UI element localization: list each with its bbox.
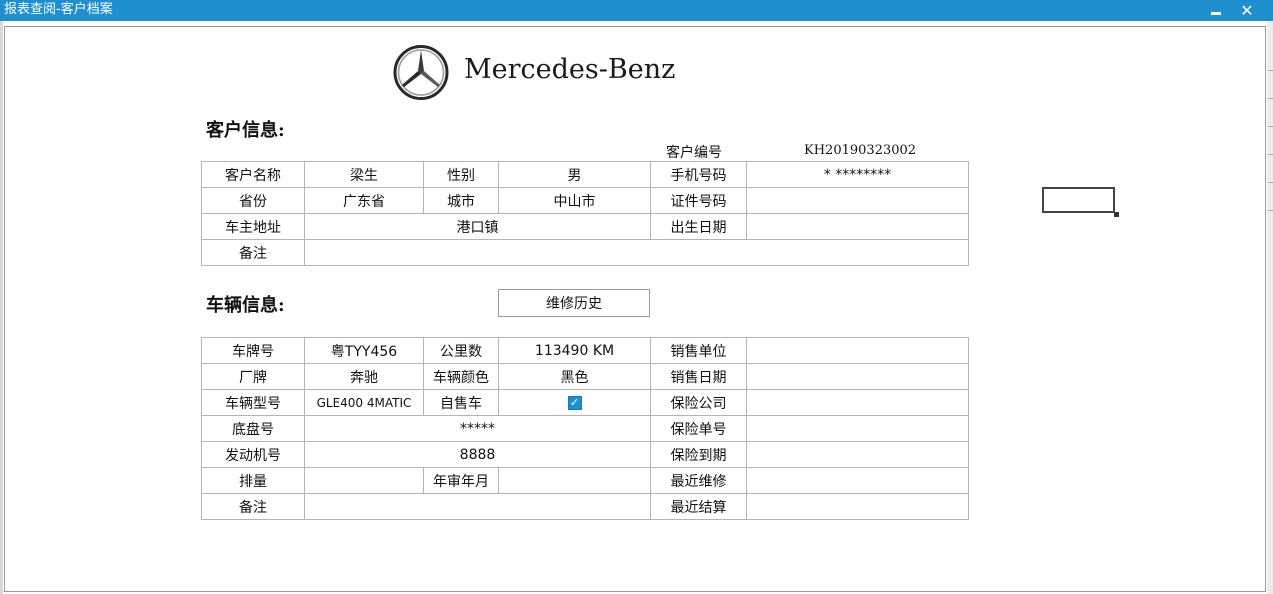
label-cell: 备注 (201, 239, 305, 266)
close-icon: ✕ (1240, 1, 1254, 20)
divider (1268, 154, 1273, 155)
brand-name: Mercedes-Benz (464, 54, 676, 85)
table-row: 厂牌 奔驰 车辆颜色 黑色 销售日期 (201, 363, 969, 390)
vehicle-remark-value (304, 493, 651, 520)
table-row: 备注 (201, 239, 969, 266)
minimize-icon (1211, 12, 1221, 15)
minimize-button[interactable] (1205, 1, 1227, 20)
label-cell: 厂牌 (201, 363, 305, 390)
table-row: 车牌号 粤TYY456 公里数 113490 KM 销售单位 (201, 337, 969, 364)
plate-number-value: 粤TYY456 (304, 337, 424, 364)
label-cell: 车辆型号 (201, 389, 305, 416)
province-value: 广东省 (304, 187, 424, 214)
policy-number-value (746, 415, 969, 442)
displacement-value (304, 467, 424, 494)
insurance-company-value (746, 389, 969, 416)
vehicle-section-title: 车辆信息: (206, 295, 285, 316)
last-settlement-value (746, 493, 969, 520)
vehicle-info-table: 车牌号 粤TYY456 公里数 113490 KM 销售单位 厂牌 奔驰 车辆颜… (201, 337, 969, 520)
customer-name-value: 梁生 (304, 161, 424, 188)
divider (1268, 182, 1273, 183)
right-window-edge (1267, 21, 1273, 594)
label-cell: 备注 (201, 493, 305, 520)
label-cell: 发动机号 (201, 441, 305, 468)
label-cell: 公里数 (423, 337, 499, 364)
id-number-value (746, 187, 969, 214)
label-cell: 车主地址 (201, 213, 305, 240)
table-row: 排量 年审年月 最近维修 (201, 467, 969, 494)
gender-value: 男 (498, 161, 651, 188)
window-title: 报表查阅-客户档案 (4, 2, 113, 17)
mercedes-star-icon (393, 45, 449, 100)
customer-info-table: 客户名称 梁生 性别 男 手机号码 * ******** 省份 广东省 城市 中… (201, 161, 969, 266)
label-cell: 底盘号 (201, 415, 305, 442)
label-cell: 保险到期 (650, 441, 747, 468)
model-value: GLE400 4MATIC (304, 389, 424, 416)
label-cell: 省份 (201, 187, 305, 214)
table-row: 底盘号 ***** 保险单号 (201, 415, 969, 442)
label-cell: 手机号码 (650, 161, 747, 188)
label-cell: 保险单号 (650, 415, 747, 442)
label-cell: 年审年月 (423, 467, 499, 494)
table-row: 备注 最近结算 (201, 493, 969, 520)
selected-cell[interactable] (1042, 187, 1115, 213)
label-cell: 车牌号 (201, 337, 305, 364)
label-cell: 最近维修 (650, 467, 747, 494)
insurance-expiry-value (746, 441, 969, 468)
customer-id-label: 客户编号 (666, 145, 722, 161)
self-sale-checkbox[interactable]: ✓ (567, 395, 582, 410)
table-row: 客户名称 梁生 性别 男 手机号码 * ******** (201, 161, 969, 188)
table-row: 车辆型号 GLE400 4MATIC 自售车 ✓ 保险公司 (201, 389, 969, 416)
label-cell: 证件号码 (650, 187, 747, 214)
customer-id-value: KH20190323002 (804, 143, 917, 158)
birth-date-value (746, 213, 969, 240)
left-window-edge (0, 21, 3, 594)
table-row: 车主地址 港口镇 出生日期 (201, 213, 969, 240)
close-button[interactable]: ✕ (1236, 1, 1258, 20)
label-cell: 性别 (423, 161, 499, 188)
annual-inspection-value (498, 467, 651, 494)
divider (1268, 210, 1273, 211)
phone-value: * ******** (746, 161, 969, 188)
self-sale-cell: ✓ (498, 389, 651, 416)
label-cell: 销售日期 (650, 363, 747, 390)
label-cell: 保险公司 (650, 389, 747, 416)
label-cell: 出生日期 (650, 213, 747, 240)
divider (1268, 126, 1273, 127)
label-cell: 城市 (423, 187, 499, 214)
sales-unit-value (746, 337, 969, 364)
fill-handle[interactable] (1114, 212, 1119, 217)
label-cell: 排量 (201, 467, 305, 494)
label-cell: 车辆颜色 (423, 363, 499, 390)
chassis-number-value: ***** (304, 415, 651, 442)
label-cell: 自售车 (423, 389, 499, 416)
sales-date-value (746, 363, 969, 390)
color-value: 黑色 (498, 363, 651, 390)
city-value: 中山市 (498, 187, 651, 214)
table-row: 发动机号 8888 保险到期 (201, 441, 969, 468)
brand-value: 奔驰 (304, 363, 424, 390)
divider (1268, 70, 1273, 71)
divider (1268, 98, 1273, 99)
label-cell: 销售单位 (650, 337, 747, 364)
label-cell: 最近结算 (650, 493, 747, 520)
title-bar: 报表查阅-客户档案 ✕ (0, 0, 1273, 21)
engine-number-value: 8888 (304, 441, 651, 468)
last-repair-value (746, 467, 969, 494)
customer-remark-value (304, 239, 969, 266)
mileage-value: 113490 KM (498, 337, 651, 364)
customer-section-title: 客户信息: (206, 120, 285, 141)
address-value: 港口镇 (304, 213, 651, 240)
repair-history-button[interactable]: 维修历史 (498, 289, 650, 317)
table-row: 省份 广东省 城市 中山市 证件号码 (201, 187, 969, 214)
label-cell: 客户名称 (201, 161, 305, 188)
